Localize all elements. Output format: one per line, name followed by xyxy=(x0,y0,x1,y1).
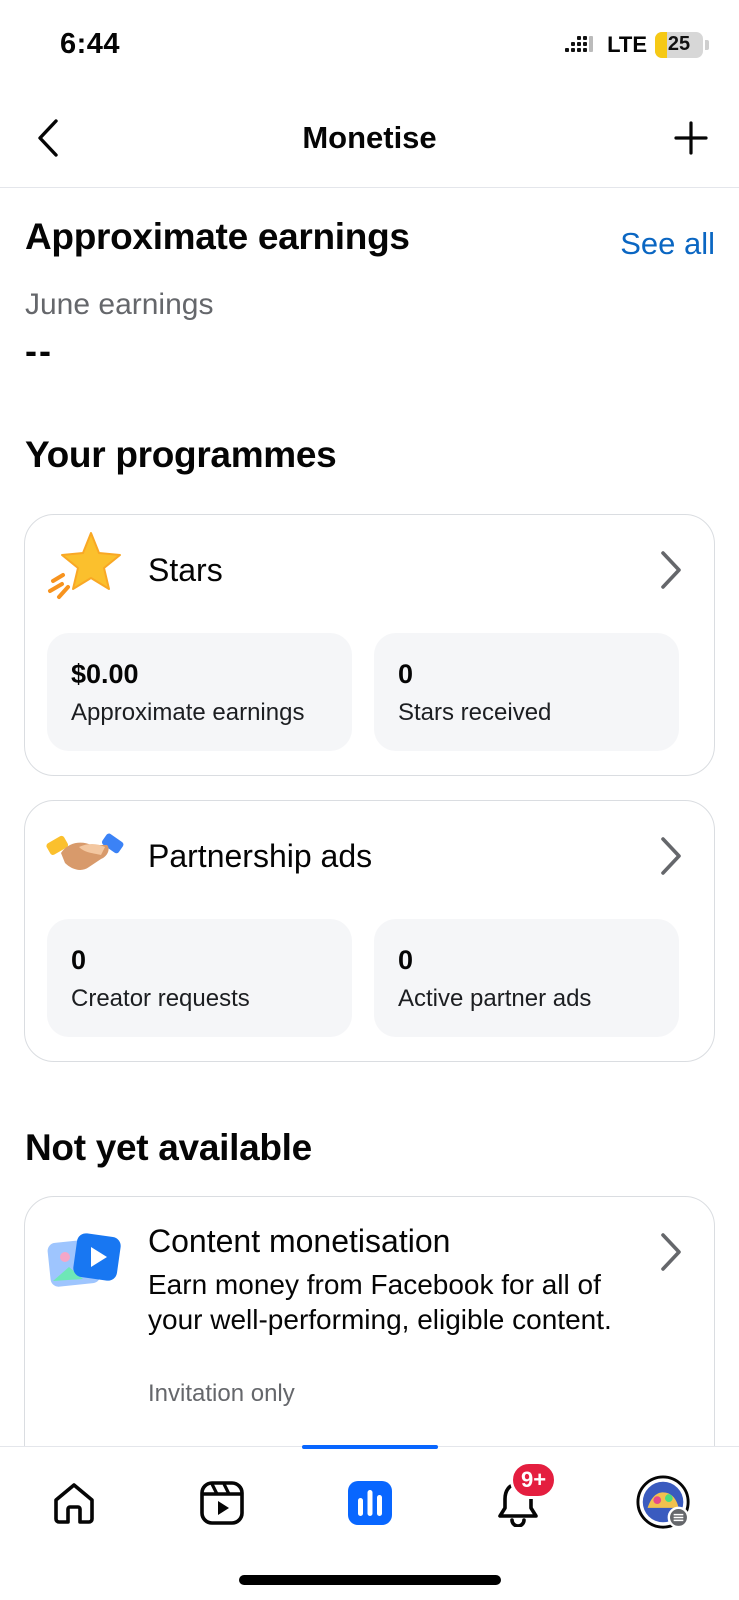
bar-chart-icon xyxy=(348,1481,392,1525)
card-description: Earn money from Facebook for all of your… xyxy=(148,1269,612,1335)
status-time: 6:44 xyxy=(60,28,121,60)
month-earnings-value: -- xyxy=(25,330,53,371)
stat-box: 0 Active partner ads xyxy=(374,919,679,1037)
home-icon xyxy=(54,1483,94,1524)
battery-icon: 25 xyxy=(655,32,703,58)
nav-home[interactable] xyxy=(46,1475,102,1531)
stat-box: $0.00 Approximate earnings xyxy=(47,633,352,751)
earnings-heading: Approximate earnings xyxy=(25,216,410,257)
battery-nub xyxy=(705,40,709,50)
home-indicator xyxy=(239,1575,501,1585)
active-tab-indicator xyxy=(302,1445,438,1449)
content-media-icon xyxy=(45,1229,125,1301)
signal-icon xyxy=(565,36,594,52)
card-title: Stars xyxy=(148,552,223,588)
stat-value: 0 xyxy=(71,945,87,975)
stat-label: Creator requests xyxy=(71,985,250,1012)
chevron-right-icon xyxy=(661,1233,681,1271)
battery-level: 25 xyxy=(667,33,691,55)
stat-value: $0.00 xyxy=(71,659,139,689)
card-title: Partnership ads xyxy=(148,838,373,874)
see-all-link[interactable]: See all xyxy=(620,226,715,262)
page-title: Monetise xyxy=(302,120,437,155)
nav-video[interactable] xyxy=(194,1475,250,1531)
stat-label: Active partner ads xyxy=(398,985,592,1012)
stars-card[interactable]: Stars $0.00 Approximate earnings 0 Stars… xyxy=(24,514,715,776)
star-icon xyxy=(45,529,125,601)
content-monetisation-card[interactable]: Content monetisation Earn money from Fac… xyxy=(24,1196,715,1486)
stat-box: 0 Creator requests xyxy=(47,919,352,1037)
card-note: Invitation only xyxy=(148,1380,295,1407)
bottom-nav: 9+ xyxy=(0,1445,739,1600)
avatar-icon xyxy=(636,1475,690,1529)
not-available-heading: Not yet available xyxy=(25,1127,312,1168)
stat-label: Stars received xyxy=(398,699,552,726)
chevron-right-icon xyxy=(661,551,681,589)
nav-profile[interactable] xyxy=(636,1475,692,1531)
status-indicators: LTE 25 xyxy=(565,32,709,58)
notification-badge: 9+ xyxy=(510,1461,558,1499)
network-type: LTE xyxy=(607,32,647,57)
nav-dashboard[interactable] xyxy=(342,1475,398,1531)
video-icon xyxy=(200,1481,244,1525)
partnership-ads-card[interactable]: Partnership ads 0 Creator requests 0 Act… xyxy=(24,800,715,1062)
stat-value: 0 xyxy=(398,945,414,975)
stat-label: Approximate earnings xyxy=(71,699,305,726)
chevron-right-icon xyxy=(661,837,681,875)
nav-notifications[interactable]: 9+ xyxy=(490,1461,558,1531)
top-header: Monetise xyxy=(0,92,739,188)
stat-value: 0 xyxy=(398,659,414,689)
handshake-icon xyxy=(45,815,125,887)
stat-box: 0 Stars received xyxy=(374,633,679,751)
plus-icon xyxy=(674,121,708,155)
add-button[interactable] xyxy=(667,114,715,162)
month-earnings-label: June earnings xyxy=(25,288,214,321)
card-title: Content monetisation xyxy=(148,1223,451,1259)
programmes-heading: Your programmes xyxy=(25,434,337,475)
status-bar: 6:44 LTE 25 xyxy=(0,0,739,92)
